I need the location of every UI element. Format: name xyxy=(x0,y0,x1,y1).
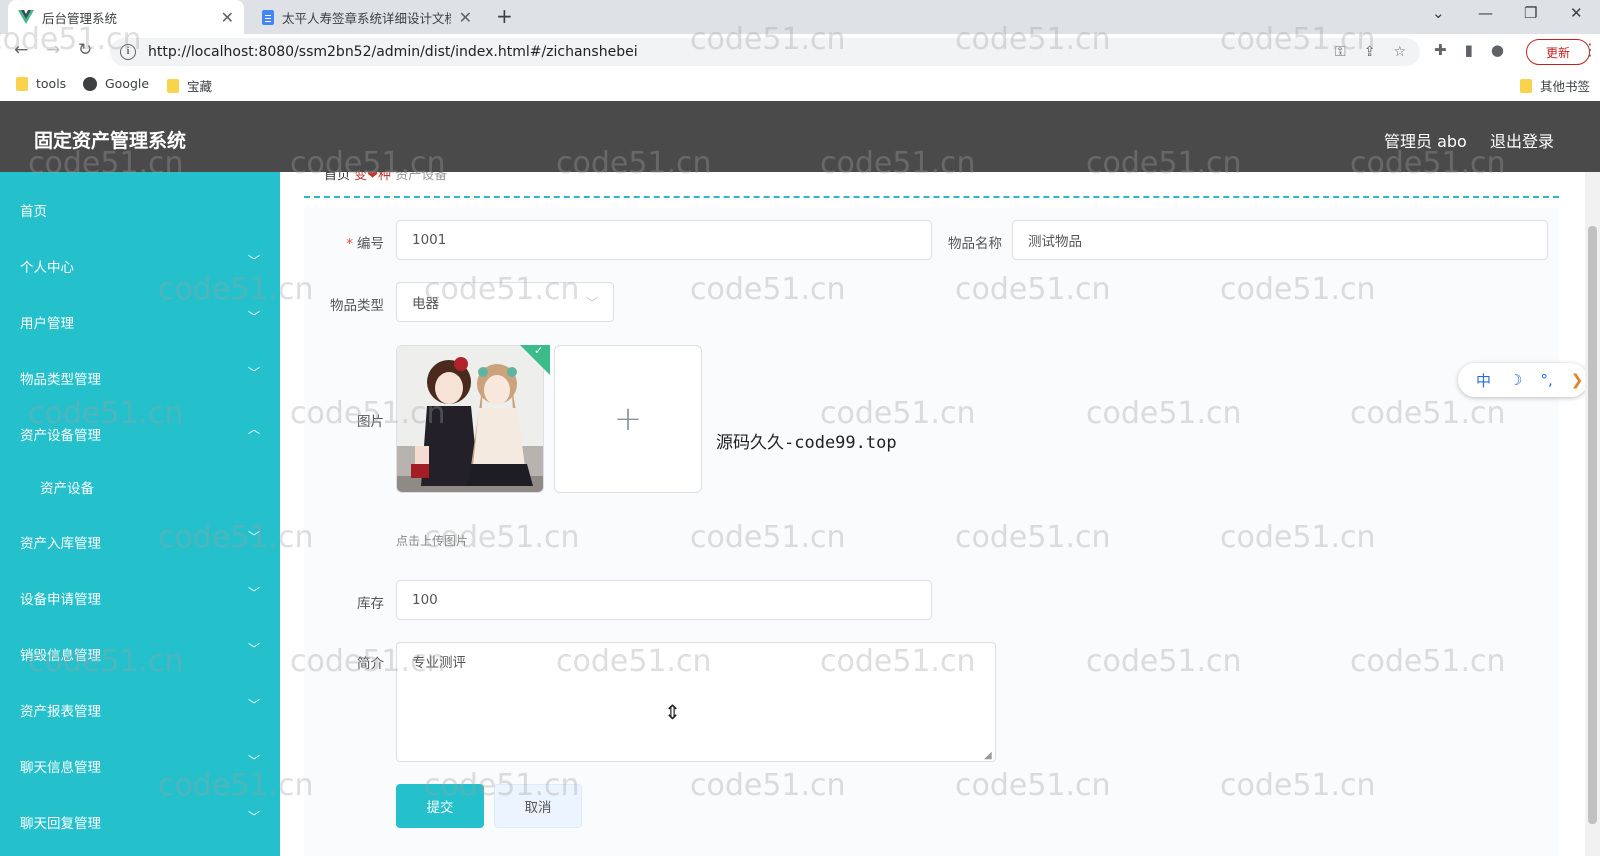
sidebar-subitem-asset-device[interactable]: 资产设备 xyxy=(0,459,280,515)
chevron-right-icon[interactable]: ❯ xyxy=(1571,371,1584,389)
bookmark-google[interactable]: Google xyxy=(83,76,149,91)
code-label: * 编号 xyxy=(346,236,384,252)
moon-icon[interactable]: ☽ xyxy=(1509,371,1522,389)
close-tab-icon[interactable]: ✕ xyxy=(221,8,234,27)
tab-title: 太平人寿签章系统详细设计文档 xyxy=(282,10,451,26)
chevron-down-icon: ﹀ xyxy=(248,754,261,768)
overlay-watermark-text: 源码久久-code99.top xyxy=(716,433,897,453)
back-icon[interactable]: ← xyxy=(14,40,28,60)
logout-link[interactable]: 退出登录 xyxy=(1490,128,1554,152)
stock-input[interactable]: 100 xyxy=(396,580,932,620)
bookmark-star-icon[interactable]: ☆ xyxy=(1393,44,1406,60)
intro-label: 简介 xyxy=(357,656,384,672)
cancel-button[interactable]: 取消 xyxy=(494,784,582,828)
menu-kebab-icon[interactable]: ⋮ xyxy=(1582,40,1598,59)
chevron-down-icon: ﹀ xyxy=(248,698,261,712)
bookmark-treasure[interactable]: 宝藏 xyxy=(167,76,212,95)
item-type-select[interactable]: 电器 ﹀ xyxy=(396,282,614,322)
browser-tab[interactable]: 太平人寿签章系统详细设计文档 ✕ xyxy=(252,0,482,34)
current-user: 管理员 abo xyxy=(1384,132,1467,151)
globe-icon xyxy=(83,76,97,91)
update-button[interactable]: 更新 xyxy=(1526,39,1590,65)
close-tab-icon[interactable]: ✕ xyxy=(459,8,472,27)
image-upload-button[interactable]: + xyxy=(554,345,702,493)
document-icon xyxy=(262,9,274,25)
chevron-down-icon: ﹀ xyxy=(248,366,261,380)
chevron-down-icon: ﹀ xyxy=(248,254,261,268)
sidebar-item-home[interactable]: 首页 xyxy=(0,182,280,238)
ime-toolbar[interactable]: 中 ☽ °, ❯ xyxy=(1458,363,1588,397)
minimize-icon[interactable]: — xyxy=(1478,4,1493,22)
browser-tab-active[interactable]: 后台管理系统 ✕ xyxy=(8,0,244,34)
sidebar-item-user-management[interactable]: 用户管理 ﹀ xyxy=(0,294,280,350)
divider xyxy=(304,196,1559,198)
sidebar-item-asset-report-management[interactable]: 资产报表管理 ﹀ xyxy=(0,682,280,738)
code-input[interactable]: 1001 xyxy=(396,220,932,260)
url-text: http://localhost:8080/ssm2bn52/admin/dis… xyxy=(148,44,638,60)
item-type-label: 物品类型 xyxy=(330,298,384,314)
sidebar-item-item-type-management[interactable]: 物品类型管理 ﹀ xyxy=(0,350,280,406)
chevron-down-icon: ﹀ xyxy=(248,810,261,824)
extensions-icon[interactable]: ✚ xyxy=(1434,41,1447,59)
item-type-value: 电器 xyxy=(412,296,439,312)
sidebar-item-asset-device-management[interactable]: 资产设备管理 ︿ xyxy=(0,406,280,462)
sidebar-item-personal-center[interactable]: 个人中心 ﹀ xyxy=(0,238,280,294)
tab-search-icon[interactable]: ⌄ xyxy=(1432,4,1445,22)
submit-button[interactable]: 提交 xyxy=(396,784,484,828)
intro-textarea[interactable]: 专业测评 xyxy=(396,642,996,762)
sidebar-item-destruction-management[interactable]: 销毁信息管理 ﹀ xyxy=(0,626,280,682)
close-window-icon[interactable]: ✕ xyxy=(1570,4,1583,22)
resize-handle-icon[interactable]: ◢ xyxy=(984,750,992,761)
vue-logo-icon xyxy=(18,10,34,24)
item-name-label: 物品名称 xyxy=(948,236,1002,252)
image-label: 图片 xyxy=(357,414,384,430)
check-icon: ✓ xyxy=(534,344,544,357)
scrollbar-thumb[interactable] xyxy=(1588,226,1597,824)
forward-icon[interactable]: → xyxy=(46,40,60,60)
ime-language-toggle[interactable]: 中 xyxy=(1476,370,1491,391)
restore-icon[interactable]: ❐ xyxy=(1524,4,1537,22)
address-bar[interactable]: i http://localhost:8080/ssm2bn52/admin/d… xyxy=(110,38,1420,66)
site-info-icon[interactable]: i xyxy=(120,44,136,60)
profile-icon[interactable]: ● xyxy=(1491,41,1504,59)
punctuation-icon[interactable]: °, xyxy=(1540,371,1552,389)
chevron-down-icon: ﹀ xyxy=(248,642,261,656)
tab-title: 后台管理系统 xyxy=(42,10,118,26)
other-bookmarks[interactable]: 其他书签 xyxy=(1520,76,1590,95)
chevron-down-icon: ﹀ xyxy=(248,586,261,600)
app-header xyxy=(0,101,1600,172)
sidebar-item-chat-info-management[interactable]: 聊天信息管理 ﹀ xyxy=(0,738,280,794)
folder-icon xyxy=(16,76,28,91)
reload-icon[interactable]: ↻ xyxy=(78,40,92,60)
chevron-down-icon: ﹀ xyxy=(585,295,598,310)
plus-icon: + xyxy=(613,399,643,439)
chevron-down-icon: ﹀ xyxy=(248,310,261,324)
share-icon[interactable]: ⇪ xyxy=(1364,44,1376,60)
item-name-input[interactable]: 测试物品 xyxy=(1012,220,1548,260)
bookmark-tools[interactable]: tools xyxy=(16,76,66,91)
folder-icon xyxy=(1520,78,1532,93)
folder-icon xyxy=(167,78,179,93)
stock-label: 库存 xyxy=(357,596,384,612)
key-icon[interactable]: ⚿ xyxy=(1335,44,1346,60)
bookmarks-bar xyxy=(0,70,1600,102)
chevron-up-icon: ︿ xyxy=(248,422,261,436)
side-panel-icon[interactable]: ▮ xyxy=(1465,41,1473,59)
app-title: 固定资产管理系统 xyxy=(34,130,187,152)
sidebar-item-chat-reply-management[interactable]: 聊天回复管理 ﹀ xyxy=(0,794,280,850)
sidebar-item-asset-storage-management[interactable]: 资产入库管理 ﹀ xyxy=(0,514,280,570)
chevron-down-icon: ﹀ xyxy=(248,530,261,544)
upload-hint: 点击上传图片 xyxy=(396,534,469,548)
new-tab-icon[interactable]: + xyxy=(496,4,513,28)
sidebar-item-device-request-management[interactable]: 设备申请管理 ﹀ xyxy=(0,570,280,626)
resize-cursor-icon: ⇕ xyxy=(664,700,681,724)
